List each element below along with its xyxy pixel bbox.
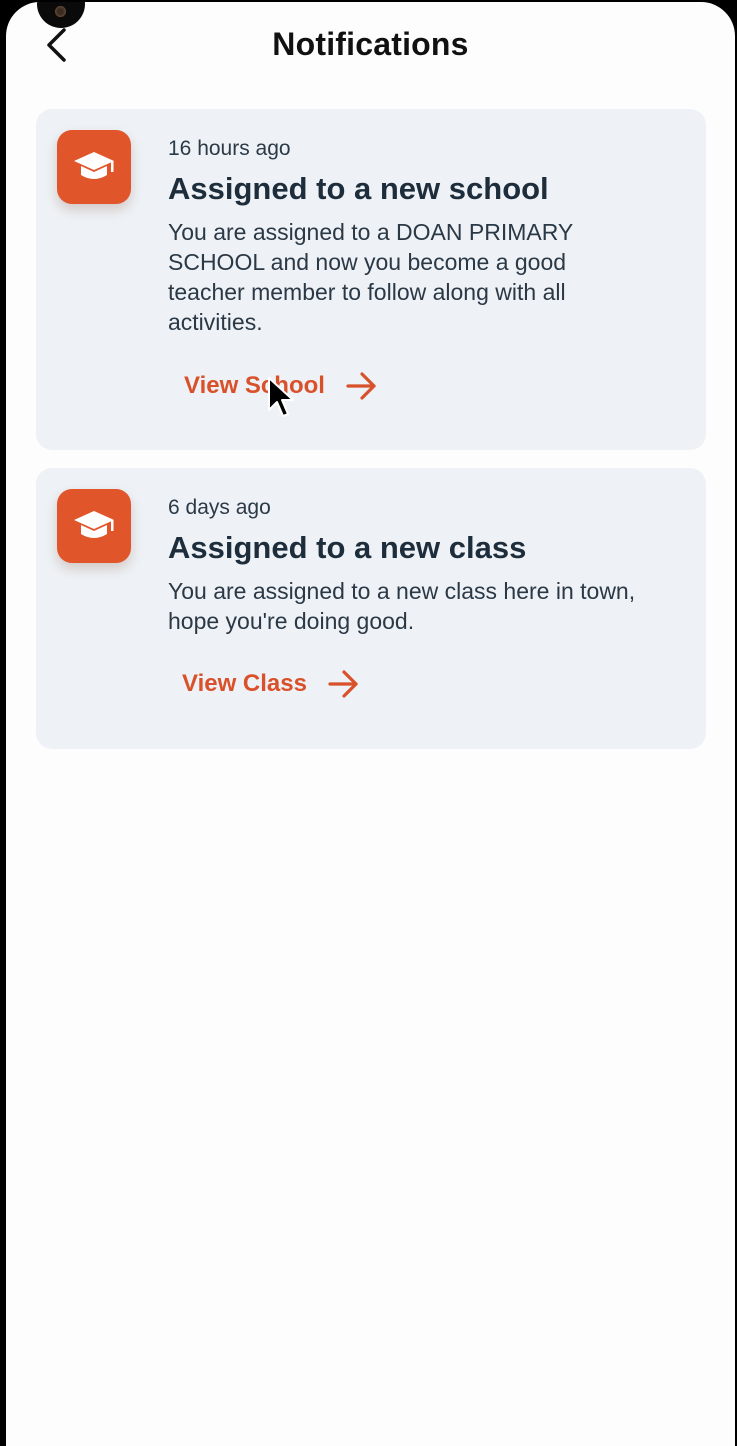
arrow-right-icon <box>328 670 358 698</box>
notification-time: 6 days ago <box>168 496 271 519</box>
notification-icon-tile <box>57 489 131 563</box>
arrow-right-icon <box>346 372 376 400</box>
notification-card: 16 hours ago Assigned to a new school Yo… <box>36 109 706 450</box>
notification-content: 6 days ago Assigned to a new class You a… <box>168 494 676 636</box>
page-title: Notifications <box>272 26 469 62</box>
view-class-link[interactable]: View Class <box>182 669 361 699</box>
notification-description: You are assigned to a DOAN PRIMARY SCHOO… <box>168 219 573 335</box>
notification-icon-tile <box>57 130 131 204</box>
phone-screen: Notifications 16 hours ago Assigned to a… <box>6 2 735 1446</box>
notification-time: 16 hours ago <box>168 137 291 160</box>
graduation-cap-icon <box>74 511 114 538</box>
view-school-label: View School <box>184 372 325 399</box>
view-school-link[interactable]: View School <box>184 371 379 401</box>
notification-description: You are assigned to a new class here in … <box>168 578 636 634</box>
notification-title: Assigned to a new school <box>168 171 549 206</box>
graduation-cap-icon <box>74 152 114 179</box>
view-class-label: View Class <box>182 670 307 697</box>
notification-title: Assigned to a new class <box>168 530 527 565</box>
notification-card: 6 days ago Assigned to a new class You a… <box>36 468 706 749</box>
notification-content: 16 hours ago Assigned to a new school Yo… <box>168 135 676 337</box>
